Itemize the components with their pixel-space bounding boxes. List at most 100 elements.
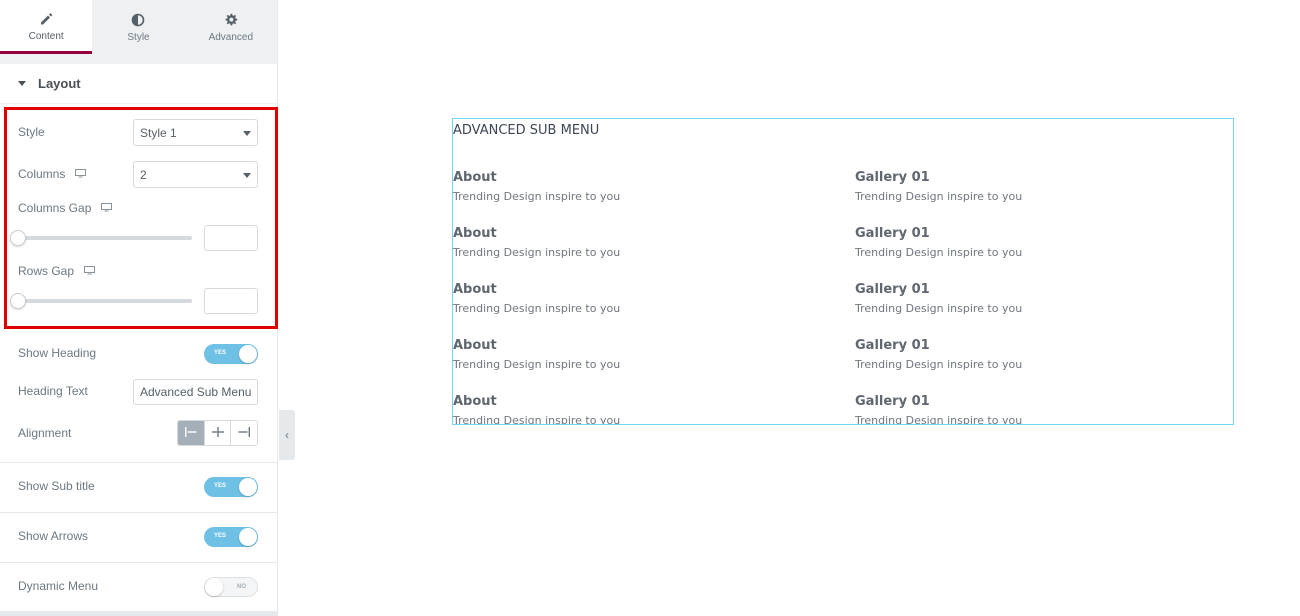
menu-item-title: About: [453, 394, 497, 409]
menu-item-subtitle: Trending Design inspire to you: [855, 246, 1023, 259]
menu-item-title: About: [453, 282, 497, 297]
show-arrows-label-text: Show Arrows: [18, 529, 89, 543]
desktop-icon[interactable]: [75, 167, 87, 181]
toggle-knob: [239, 528, 257, 546]
heading-text-label: Heading Text: [18, 384, 88, 398]
toggle-knob: [239, 478, 257, 496]
editor-panel: Content Style Advanced Layout Style Styl…: [0, 0, 278, 616]
columns-select-value: 2: [140, 167, 147, 182]
menu-item-subtitle: Trending Design inspire to you: [855, 190, 1023, 203]
rows-gap-input[interactable]: [204, 288, 258, 314]
slider-handle[interactable]: [10, 293, 26, 309]
menu-item-subtitle: Trending Design inspire to you: [453, 246, 621, 259]
toggle-state-text: YES: [214, 350, 227, 356]
show-arrows-toggle[interactable]: YES: [204, 527, 258, 547]
menu-item-title: Gallery 01: [855, 226, 930, 241]
menu-item[interactable]: About Trending Design inspire to you: [453, 226, 833, 259]
toggle-state-text: YES: [214, 533, 227, 539]
toggle-state-text: NO: [237, 584, 246, 590]
section-layout-header[interactable]: Layout: [0, 64, 277, 104]
preview-heading: ADVANCED SUB MENU: [453, 123, 600, 138]
align-center-icon: [211, 426, 224, 440]
columns-label: Columns: [18, 167, 87, 181]
half-circle-icon: [131, 11, 145, 29]
tab-advanced-label: Advanced: [208, 32, 254, 43]
rows-gap-slider[interactable]: [10, 293, 192, 309]
slider-handle[interactable]: [10, 230, 26, 246]
panel-footer-strip: [0, 611, 278, 616]
dynamic-menu-label: Dynamic Menu: [18, 579, 98, 593]
align-left-button[interactable]: [178, 421, 205, 445]
menu-item[interactable]: Gallery 01 Trending Design inspire to yo…: [855, 282, 1233, 315]
show-subtitle-toggle[interactable]: YES: [204, 477, 258, 497]
menu-item-title: Gallery 01: [855, 282, 930, 297]
heading-text-input[interactable]: Advanced Sub Menu: [133, 379, 258, 405]
menu-item[interactable]: Gallery 01 Trending Design inspire to yo…: [855, 170, 1233, 203]
divider: [0, 512, 278, 513]
menu-item-title: Gallery 01: [855, 394, 930, 409]
toggle-knob: [239, 345, 257, 363]
style-select-value: Style 1: [140, 125, 177, 140]
menu-item-title: About: [453, 226, 497, 241]
style-label-text: Style: [18, 125, 45, 139]
alignment-label: Alignment: [18, 426, 71, 440]
menu-item[interactable]: Gallery 01 Trending Design inspire to yo…: [855, 394, 1233, 424]
tab-style[interactable]: Style: [92, 0, 184, 54]
align-right-icon: [238, 426, 251, 440]
menu-item-title: Gallery 01: [855, 338, 930, 353]
menu-item[interactable]: Gallery 01 Trending Design inspire to yo…: [855, 226, 1233, 259]
menu-item-subtitle: Trending Design inspire to you: [453, 302, 621, 315]
dynamic-menu-toggle[interactable]: NO: [204, 577, 258, 597]
columns-gap-input[interactable]: [204, 225, 258, 251]
sub-menu-preview: ADVANCED SUB MENU About Trending Design …: [452, 118, 1234, 425]
rows-gap-label-text: Rows Gap: [18, 264, 75, 278]
menu-item-subtitle: Trending Design inspire to you: [855, 302, 1023, 315]
menu-item[interactable]: About Trending Design inspire to you: [453, 282, 833, 315]
columns-gap-slider[interactable]: [10, 230, 192, 246]
pencil-icon: [39, 10, 53, 28]
align-right-button[interactable]: [231, 421, 257, 445]
show-subtitle-label-text: Show Sub title: [18, 479, 95, 493]
tab-content-label: Content: [28, 30, 64, 42]
menu-item[interactable]: About Trending Design inspire to you: [453, 170, 833, 203]
columns-label-text: Columns: [18, 167, 66, 181]
columns-gap-label: Columns Gap: [18, 201, 113, 215]
collapse-panel-button[interactable]: ‹: [279, 410, 295, 460]
show-heading-toggle[interactable]: YES: [204, 344, 258, 364]
divider: [0, 462, 278, 463]
desktop-icon[interactable]: [101, 201, 113, 215]
dynamic-menu-label-text: Dynamic Menu: [18, 579, 99, 593]
columns-select[interactable]: 2: [133, 161, 258, 188]
tab-content[interactable]: Content: [0, 0, 93, 54]
tab-advanced[interactable]: Advanced: [185, 0, 277, 54]
style-label: Style: [18, 125, 45, 139]
dropdown-arrow-icon: [243, 173, 251, 178]
toggle-state-text: YES: [214, 483, 227, 489]
style-select[interactable]: Style 1: [133, 119, 258, 146]
dropdown-arrow-icon: [243, 131, 251, 136]
menu-item-subtitle: Trending Design inspire to you: [453, 358, 621, 371]
menu-item-title: Gallery 01: [855, 170, 930, 185]
gear-icon: [224, 11, 238, 29]
alignment-label-text: Alignment: [18, 426, 72, 440]
show-heading-label-text: Show Heading: [18, 346, 97, 360]
show-arrows-label: Show Arrows: [18, 529, 88, 543]
menu-item[interactable]: About Trending Design inspire to you: [453, 338, 833, 371]
menu-item[interactable]: About Trending Design inspire to you: [453, 394, 833, 425]
heading-text-value: Advanced Sub Menu: [140, 385, 252, 399]
caret-down-icon: [18, 81, 26, 86]
rows-gap-label: Rows Gap: [18, 264, 96, 278]
toggle-knob: [205, 578, 223, 596]
heading-text-label-text: Heading Text: [18, 384, 88, 398]
align-center-button[interactable]: [204, 421, 232, 445]
tab-separator: [0, 54, 277, 64]
alignment-choices: [177, 420, 258, 446]
chevron-left-icon: ‹: [285, 428, 289, 442]
menu-item[interactable]: Gallery 01 Trending Design inspire to yo…: [855, 338, 1233, 371]
columns-gap-label-text: Columns Gap: [18, 201, 92, 215]
section-title: Layout: [38, 76, 81, 91]
menu-item-title: About: [453, 338, 497, 353]
menu-item-subtitle: Trending Design inspire to you: [453, 190, 621, 203]
desktop-icon[interactable]: [84, 264, 96, 278]
menu-item-subtitle: Trending Design inspire to you: [453, 414, 621, 425]
